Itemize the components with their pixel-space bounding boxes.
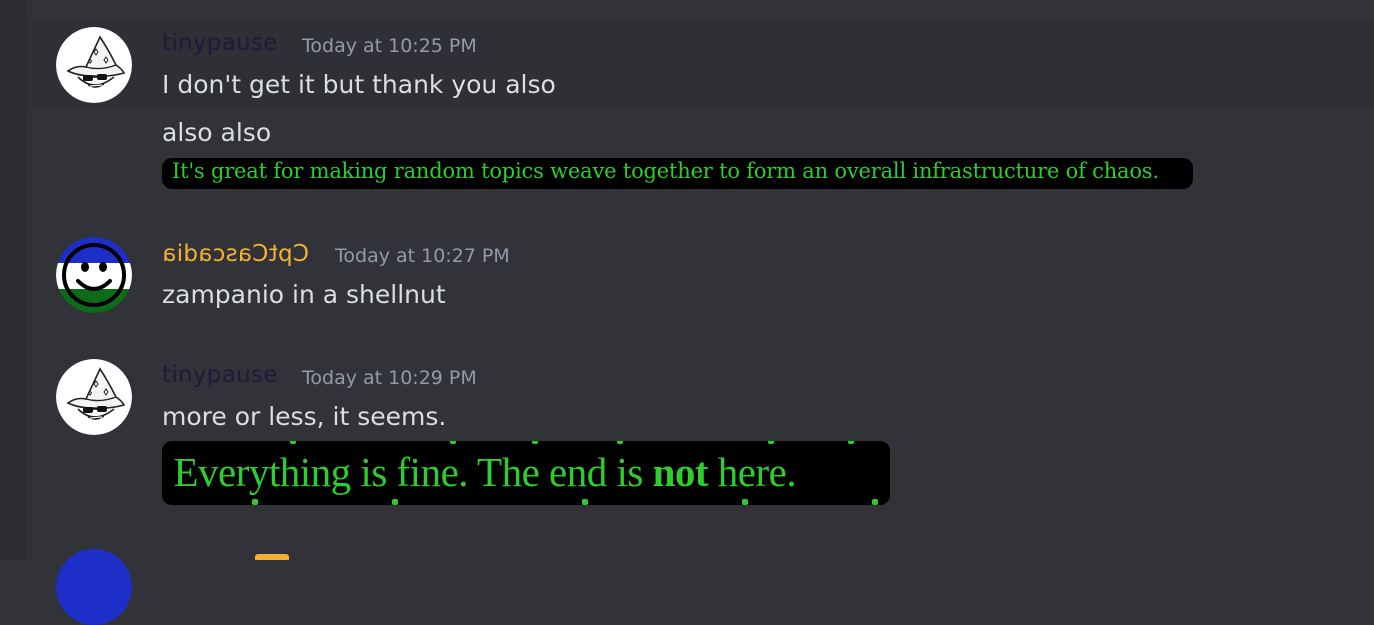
message-timestamp[interactable]: Today at 10:27 PM	[335, 245, 510, 267]
author-name-text[interactable]: CptCascadia	[162, 241, 309, 267]
author-name[interactable]: tinypause	[162, 30, 278, 56]
author-name-text[interactable]: tinypause	[162, 30, 278, 56]
author-name-text[interactable]: tinypause	[162, 362, 278, 388]
message-timestamp[interactable]: Today at 10:25 PM	[302, 35, 477, 57]
image-attachment[interactable]: . Everything is fine. The end is not her…	[162, 441, 890, 505]
embed-quote-text: It's great for making random topics weav…	[172, 159, 1159, 183]
author-name[interactable]: CptCascadia	[162, 241, 309, 267]
image-text-fragment-bottom	[162, 499, 890, 505]
message-text: also also	[162, 118, 272, 147]
author-name-partial	[255, 554, 289, 560]
author-name[interactable]: tinypause	[162, 362, 278, 388]
avatar-tinypause-1[interactable]	[56, 27, 132, 103]
avatar-next-partial[interactable]	[56, 549, 132, 625]
message-timestamp[interactable]: Today at 10:29 PM	[302, 367, 477, 389]
avatar-tinypause-2[interactable]	[56, 359, 132, 435]
wizard-avatar-icon	[56, 27, 132, 103]
image-caption-text: . Everything is fine. The end is not her…	[162, 449, 797, 495]
wizard-avatar-icon	[56, 359, 132, 435]
cascadia-smiley-avatar-icon	[56, 237, 132, 313]
avatar-cptcascadia[interactable]	[56, 237, 132, 313]
message-text: more or less, it seems.	[162, 402, 447, 431]
message-text: I don't get it but thank you also	[162, 70, 556, 99]
server-sidebar-edge	[0, 0, 27, 560]
message-text: zampanio in a shellnut	[162, 280, 446, 309]
image-text-fragment-top	[162, 441, 890, 446]
green-text-embed: It's great for making random topics weav…	[162, 158, 1193, 189]
